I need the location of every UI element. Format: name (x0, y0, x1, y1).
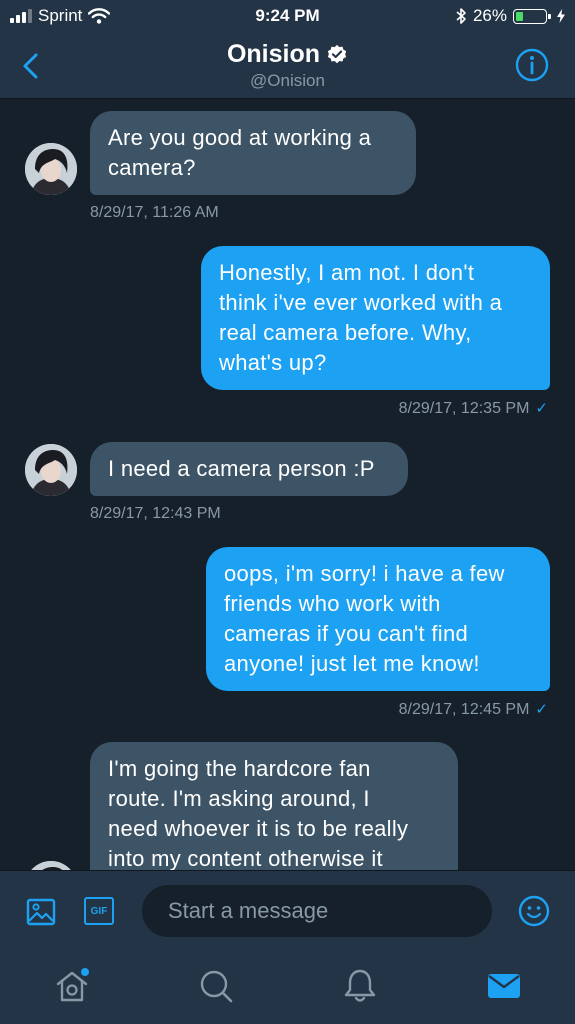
message-bubble-outgoing[interactable]: oops, i'm sorry! i have a few friends wh… (206, 547, 550, 691)
checkmark-icon: ✓ (535, 400, 548, 417)
avatar[interactable] (25, 444, 77, 496)
message-input[interactable]: Start a message (142, 885, 492, 937)
avatar-image (25, 861, 77, 870)
message-line: real camera before. Why, (219, 320, 472, 345)
message-line: I need a camera person :P (108, 456, 375, 481)
message-timestamp: 8/29/17, 12:43 PM (90, 505, 221, 522)
message-timestamp: 8/29/17, 12:45 PM (398, 701, 530, 718)
message-line: what's up? (219, 350, 327, 375)
contact-name: Onision (226, 40, 321, 68)
tab-home[interactable] (54, 968, 90, 1004)
tab-notifications[interactable] (342, 968, 378, 1004)
message-bubble-incoming[interactable]: I need a camera person :P (90, 442, 408, 496)
gif-label: GIF (90, 905, 108, 917)
message-bubble-incoming[interactable]: I'm going the hardcore fan route. I'm as… (90, 742, 458, 870)
battery-icon (513, 8, 551, 24)
message-composer: GIF Start a message (0, 870, 575, 953)
message-line: need whoever it is to be really (108, 816, 409, 841)
message-line: oops, i'm sorry! i have a few (224, 561, 505, 586)
bluetooth-icon (456, 8, 466, 24)
message-thread[interactable]: Are you good at working a camera? 8/29/1… (0, 99, 575, 870)
avatar[interactable] (25, 143, 77, 195)
message-bubble-incoming[interactable]: Are you good at working a camera? (90, 111, 416, 195)
battery-percent: 26% (472, 6, 507, 25)
tab-bar (0, 952, 575, 1024)
message-line: route. I'm asking around, I (108, 786, 370, 811)
status-right: 26% (455, 6, 565, 26)
conversation-header: Onision @Onision (0, 34, 575, 99)
tab-messages[interactable] (486, 968, 522, 1004)
message-line: into my content otherwise it (108, 846, 383, 870)
contact-handle: @Onision (250, 71, 325, 90)
image-icon[interactable] (26, 897, 56, 927)
message-timestamp: 8/29/17, 12:35 PM (398, 400, 530, 417)
message-line: camera? (108, 155, 196, 180)
avatar-image (25, 143, 77, 195)
checkmark-icon: ✓ (535, 701, 548, 718)
message-status: 8/29/17, 12:35 PM ✓ (399, 399, 548, 418)
avatar-image (25, 444, 77, 496)
message-line: I'm going the hardcore fan (108, 756, 371, 781)
charging-bolt-icon (557, 9, 565, 23)
tab-search[interactable] (198, 968, 234, 1004)
message-input-placeholder: Start a message (168, 898, 329, 923)
info-button[interactable] (515, 48, 549, 82)
message-timestamp: 8/29/17, 11:26 AM (90, 204, 219, 221)
conversation-title[interactable]: Onision @Onision (0, 40, 575, 91)
message-line: Are you good at working a (108, 125, 372, 150)
message-line: anyone! just let me know! (224, 651, 480, 676)
avatar[interactable] (25, 861, 77, 870)
message-status: 8/29/17, 12:45 PM ✓ (399, 700, 548, 719)
message-line: friends who work with (224, 591, 441, 616)
battery-fill (516, 11, 523, 21)
message-line: cameras if you can't find (224, 621, 469, 646)
emoji-icon[interactable] (518, 895, 550, 927)
verified-badge-icon (327, 44, 347, 63)
status-bar: Sprint 9:24 PM 26% (0, 0, 575, 34)
message-line: think i've ever worked with a (219, 290, 503, 315)
message-line: Honestly, I am not. I don't (219, 260, 475, 285)
gif-icon[interactable]: GIF (84, 897, 114, 925)
message-bubble-outgoing[interactable]: Honestly, I am not. I don't think i've e… (201, 246, 550, 390)
notification-dot (81, 968, 89, 976)
